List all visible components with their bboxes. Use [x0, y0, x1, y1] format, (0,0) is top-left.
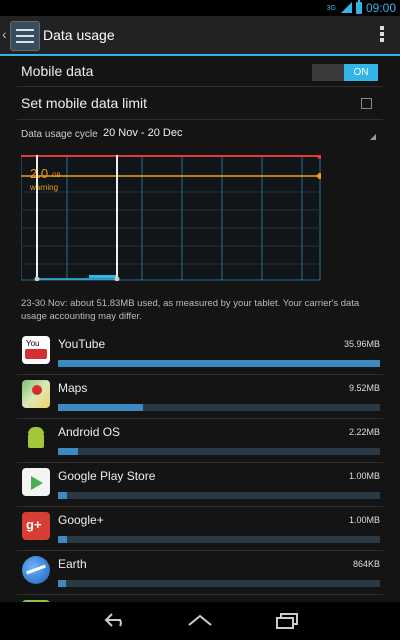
chart-frame [20, 154, 321, 281]
usage-bar-track [58, 360, 380, 367]
app-usage-size: 35.96MB [343, 339, 380, 349]
app-usage-size: 9.52MB [348, 383, 380, 393]
app-usage-row[interactable]: Android OS 2.22MB [17, 418, 383, 463]
usage-bar-track [58, 492, 380, 499]
home-icon[interactable] [187, 613, 213, 632]
toggle-on-label: ON [344, 64, 378, 81]
app-usage-size: 1.00MB [348, 471, 380, 481]
action-bar: ‹ Data usage [0, 16, 400, 56]
usage-bar-track [58, 404, 380, 411]
dropdown-arrow-icon[interactable] [370, 134, 376, 140]
usage-chart-svg: 2.0 GB warning [20, 153, 323, 282]
play-store-icon [22, 468, 50, 496]
signal-icon [340, 2, 352, 14]
app-name: Android OS [58, 425, 121, 439]
app-name: YouTube [58, 337, 106, 351]
data-limit-row[interactable]: Set mobile data limit [17, 87, 383, 120]
app-name: Google Play Store [58, 469, 156, 483]
app-name: Google+ [58, 513, 104, 527]
app-name: Maps [58, 381, 88, 395]
usage-bar-track [58, 536, 380, 543]
page-title: Data usage [43, 27, 115, 43]
battery-icon [355, 0, 362, 14]
status-time: 09:00 [365, 1, 396, 15]
status-bar: 3G 09:00 [0, 0, 400, 16]
recents-icon[interactable] [275, 612, 299, 635]
cycle-row[interactable]: Data usage cycle 20 Nov - 20 Dec [17, 120, 383, 146]
usage-bar-fill [58, 448, 78, 455]
cycle-label: Data usage cycle [21, 129, 98, 140]
youtube-icon: You [22, 336, 50, 364]
google-plus-icon: g+ [22, 512, 50, 540]
mobile-data-row[interactable]: Mobile data ON [17, 56, 383, 87]
mobile-data-toggle[interactable]: ON [312, 64, 378, 81]
usage-bar-fill [58, 492, 67, 499]
mobile-data-label: Mobile data [21, 63, 94, 79]
usage-bar-fill [58, 360, 380, 367]
usage-bar-track [58, 580, 380, 587]
usage-bar-fill [58, 404, 143, 411]
usage-bar [89, 275, 116, 278]
cycle-value[interactable]: 20 Nov - 20 Dec [103, 127, 182, 139]
warning-value: 2.0 [30, 166, 48, 181]
app-name: Earth [58, 557, 87, 571]
network-type: 3G [326, 4, 336, 12]
settings-sliders-icon[interactable] [10, 21, 40, 51]
app-usage-row[interactable]: Earth 864KB [17, 550, 383, 595]
app-usage-row[interactable]: Maps 9.52MB [17, 374, 383, 419]
android-icon [22, 424, 50, 452]
warning-label: warning [29, 183, 58, 192]
data-limit-label: Set mobile data limit [21, 95, 148, 111]
navigation-bar [0, 602, 400, 640]
app-usage-row[interactable]: g+ Google+ 1.00MB [17, 506, 383, 551]
app-usage-size: 1.00MB [348, 515, 380, 525]
usage-bar-fill [58, 580, 66, 587]
usage-caption: 23-30 Nov: about 51.83MB used, as measur… [21, 298, 360, 322]
earth-icon [22, 556, 50, 584]
app-usage-row[interactable]: Google Play Store 1.00MB [17, 462, 383, 507]
usage-bar-fill [58, 536, 67, 543]
usage-chart: 2.0 GB warning [20, 153, 323, 282]
app-usage-row[interactable]: You YouTube 35.96MB [17, 330, 383, 375]
maps-icon [22, 380, 50, 408]
app-usage-size: 2.22MB [348, 427, 380, 437]
app-usage-size: 864KB [352, 559, 380, 569]
data-limit-checkbox[interactable] [361, 98, 372, 109]
usage-bar-track [58, 448, 380, 455]
warning-unit: GB [52, 173, 61, 179]
back-caret-icon[interactable]: ‹ [2, 26, 7, 42]
back-icon[interactable] [104, 612, 128, 633]
overflow-menu-icon[interactable] [380, 26, 384, 44]
